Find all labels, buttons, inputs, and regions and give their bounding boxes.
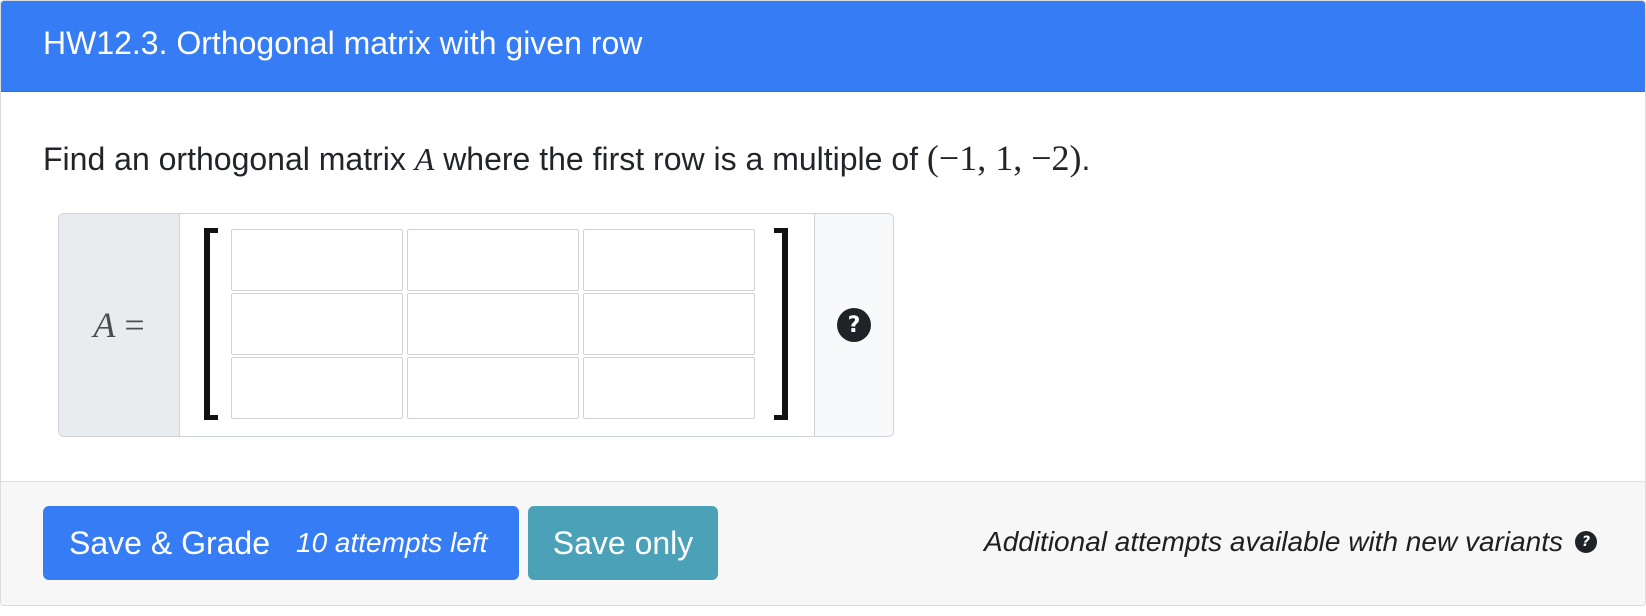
attempts-left-text: 10 attempts left [296, 527, 488, 558]
matrix-label-text: A = [93, 304, 144, 346]
matrix-entry-r2c2[interactable] [407, 293, 579, 355]
matrix-help-area: ? [814, 214, 893, 436]
right-bracket [774, 228, 788, 420]
matrix-entry-r2c3[interactable] [583, 293, 755, 355]
additional-attempts-text: Additional attempts available with new v… [984, 526, 1563, 557]
matrix-entry-r2c1[interactable] [231, 293, 403, 355]
prompt-text-middle: where the first row is a multiple of [434, 141, 927, 177]
matrix-label: A = [59, 214, 180, 436]
matrix-entry-r3c2[interactable] [407, 357, 579, 419]
matrix-label-equals: = [115, 305, 145, 345]
matrix-entry-r1c3[interactable] [583, 229, 755, 291]
matrix-entry-r3c1[interactable] [231, 357, 403, 419]
save-and-grade-button[interactable]: Save & Grade 10 attempts left [43, 506, 519, 580]
matrix-entry-r3c3[interactable] [583, 357, 755, 419]
left-bracket [204, 228, 218, 420]
question-card: HW12.3. Orthogonal matrix with given row… [0, 0, 1646, 606]
save-only-button[interactable]: Save only [528, 506, 718, 580]
prompt-matrix-symbol: A [414, 141, 435, 177]
question-footer: Save & Grade 10 attempts left Save only … [1, 481, 1645, 605]
matrix-answer-group: A = ? [58, 213, 894, 437]
question-header: HW12.3. Orthogonal matrix with given row [1, 1, 1645, 92]
prompt-text-end: . [1081, 141, 1091, 177]
save-and-grade-label: Save & Grade [69, 524, 270, 561]
question-circle-icon[interactable]: ? [1575, 531, 1597, 553]
question-body: Find an orthogonal matrix A where the fi… [1, 92, 1645, 481]
matrix-input-area [180, 214, 814, 436]
matrix-label-symbol: A [93, 305, 116, 345]
prompt-vector: (−1, 1, −2) [926, 138, 1082, 178]
matrix-entry-r1c1[interactable] [231, 229, 403, 291]
additional-attempts-note: Additional attempts available with new v… [984, 526, 1597, 558]
question-title: HW12.3. Orthogonal matrix with given row [43, 24, 643, 61]
prompt-text-before: Find an orthogonal matrix [43, 141, 415, 177]
matrix-grid [231, 229, 755, 419]
question-circle-icon[interactable]: ? [837, 308, 871, 342]
question-prompt: Find an orthogonal matrix A where the fi… [43, 137, 1090, 180]
matrix-entry-r1c2[interactable] [407, 229, 579, 291]
